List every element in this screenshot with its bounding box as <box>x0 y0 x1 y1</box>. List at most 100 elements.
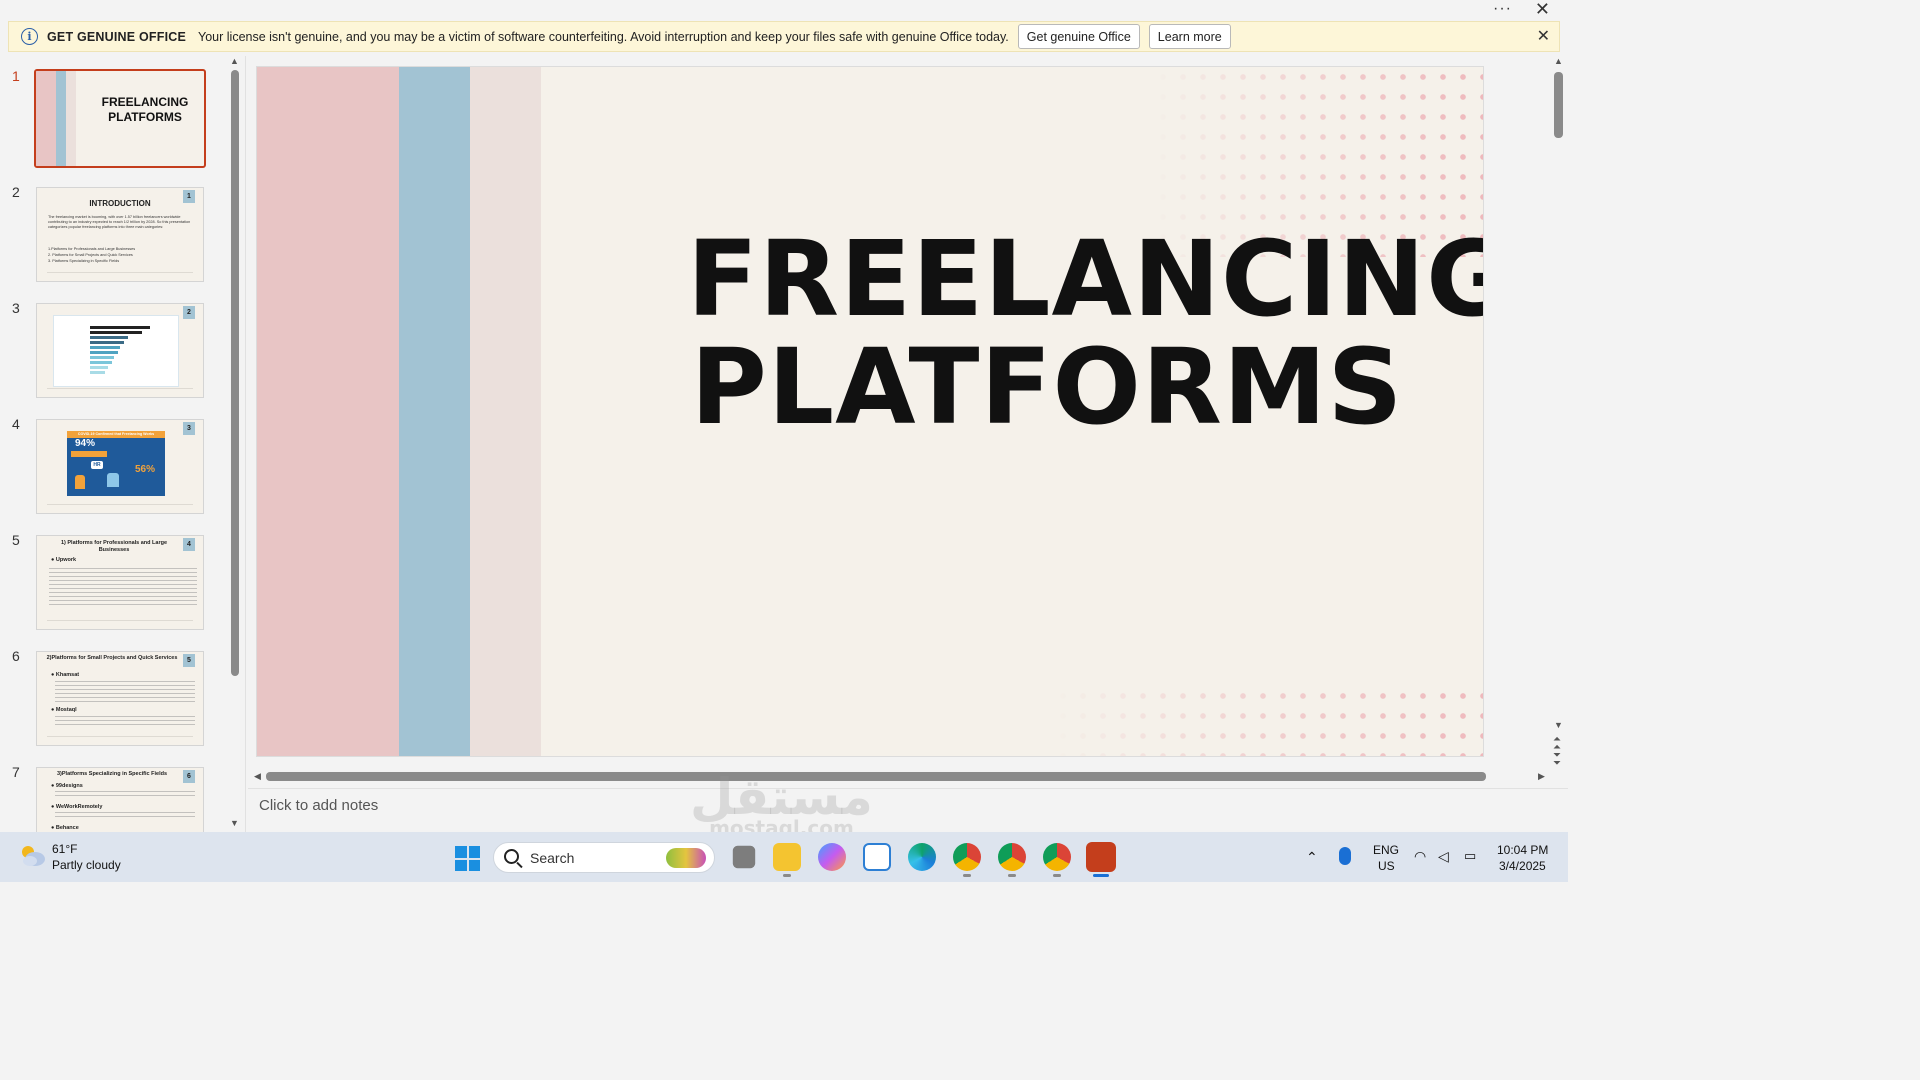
wifi-icon[interactable]: ◠ <box>1414 848 1426 865</box>
file-explorer-icon[interactable] <box>773 843 801 871</box>
show-hidden-icons-icon[interactable]: ⌃ <box>1306 849 1318 866</box>
notes-pane[interactable]: Click to add notes <box>248 788 1568 832</box>
thumb-text-lines <box>55 716 195 728</box>
scroll-right-icon[interactable]: ▶ <box>1538 771 1545 782</box>
thumb-stat: 94% <box>75 438 96 449</box>
file-manager-icon[interactable] <box>732 845 756 869</box>
slide-number-7: 7 <box>12 764 20 780</box>
slide-number-5: 5 <box>12 532 20 548</box>
thumb-hr-label: HR <box>91 461 103 469</box>
app-running-indicator <box>1053 874 1061 877</box>
thumbnail-scrollbar[interactable] <box>231 70 239 676</box>
thumb-list-item: 1.Platforms for Professionals and Large … <box>48 247 136 251</box>
editor-vertical-scrollbar[interactable] <box>1554 72 1563 138</box>
slide-badge: 3 <box>183 422 195 435</box>
learn-more-button[interactable]: Learn more <box>1148 24 1231 49</box>
slide-thumbnail-1[interactable]: FREELANCING PLATFORMS <box>34 69 206 168</box>
thumb-infographic: COVID-19 Confirmed that Freelancing Work… <box>67 431 165 496</box>
thumb-text-lines <box>55 812 195 820</box>
weather-temperature[interactable]: 61°F <box>52 842 77 856</box>
start-menu-icon[interactable] <box>455 846 480 871</box>
slide-number-2: 2 <box>12 184 20 200</box>
search-label: Search <box>530 850 575 866</box>
thumb-bullet: ● Behance <box>51 825 79 831</box>
slide-number-1: 1 <box>12 68 20 84</box>
slide-stripe-pink <box>257 67 399 756</box>
thumb-bullet: ● Upwork <box>51 557 77 563</box>
thumb-bullet: ● Mostaql <box>51 707 77 713</box>
thumb-stripe-beige <box>66 71 76 166</box>
slide-thumbnail-2[interactable]: 1 INTRODUCTION The freelancing market is… <box>36 187 204 282</box>
thumb-stat: 56% <box>135 464 156 475</box>
notes-placeholder[interactable]: Click to add notes <box>259 797 378 814</box>
scroll-left-icon[interactable]: ◀ <box>254 771 261 782</box>
taskbar-search[interactable]: Search <box>493 842 715 873</box>
editor-horizontal-scrollbar[interactable] <box>266 772 1486 781</box>
slide-badge: 4 <box>183 538 195 551</box>
app-running-indicator <box>783 874 791 877</box>
battery-icon[interactable]: ▭ <box>1464 848 1476 864</box>
close-window-icon[interactable]: ✕ <box>1535 0 1550 19</box>
slide-number-4: 4 <box>12 416 20 432</box>
next-slide-icon[interactable]: ⏷ ⏷ <box>1553 751 1561 769</box>
slide-number-3: 3 <box>12 300 20 316</box>
powerpoint-icon[interactable] <box>1086 842 1116 872</box>
search-icon <box>504 849 519 864</box>
scroll-up-icon[interactable]: ▲ <box>230 56 239 66</box>
slide-stripe-beige <box>470 67 541 756</box>
clock-time[interactable]: 10:04 PM <box>1497 843 1548 857</box>
thumb-divider <box>47 736 193 737</box>
slide-thumbnail-7[interactable]: 6 3)Platforms Specializing in Specific F… <box>36 767 204 832</box>
slide-thumbnail-5[interactable]: 4 1) Platforms for Professionals and Lar… <box>36 535 204 630</box>
thumb-chart-image <box>53 315 179 387</box>
chrome-icon[interactable] <box>953 843 981 871</box>
chrome-profile-n-icon[interactable] <box>1043 843 1071 871</box>
volume-icon[interactable]: ◁ <box>1438 848 1449 865</box>
scroll-down-icon[interactable]: ▼ <box>230 818 239 828</box>
thumb-stripe-pink <box>36 71 56 166</box>
thumb-stripe-blue <box>56 71 66 166</box>
slide-title-line-2: PLATFORMS <box>690 326 1404 448</box>
slide-thumbnail-3[interactable]: 2 <box>36 303 204 398</box>
store-icon[interactable] <box>863 843 891 871</box>
slide-thumbnail-pane[interactable]: ▲ ▼ 1 FREELANCING PLATFORMS 2 1 INTRODUC… <box>0 56 246 832</box>
edge-icon[interactable] <box>908 843 936 871</box>
slide-badge: 2 <box>183 306 195 319</box>
thumb-text-lines <box>49 568 197 608</box>
slide-dot-pattern-bottom <box>1053 686 1483 756</box>
editor-scroll-down-icon[interactable]: ▼ <box>1554 720 1563 730</box>
slide-thumbnail-6[interactable]: 5 2)Platforms for Small Projects and Qui… <box>36 651 204 746</box>
title-bar: ··· ✕ <box>0 0 1568 20</box>
thumb-bullet: ● 99designs <box>51 783 83 789</box>
get-genuine-office-button[interactable]: Get genuine Office <box>1017 24 1140 49</box>
close-banner-icon[interactable]: ✕ <box>1537 26 1550 46</box>
thumb-title: INTRODUCTION <box>89 199 151 208</box>
thumb-divider <box>47 272 193 273</box>
slide-canvas[interactable]: FREELANCING PLATFORMS <box>256 66 1484 757</box>
slide-thumbnail-4[interactable]: 3 COVID-19 Confirmed that Freelancing Wo… <box>36 419 204 514</box>
slide-number-6: 6 <box>12 648 20 664</box>
license-banner: i GET GENUINE OFFICE Your license isn't … <box>8 21 1560 52</box>
copilot-icon[interactable] <box>818 843 846 871</box>
language-indicator[interactable]: ENG <box>1373 843 1399 857</box>
thumb-title: 2)Platforms for Small Projects and Quick… <box>46 655 178 661</box>
slide-title[interactable]: FREELANCING PLATFORMS <box>687 225 1483 448</box>
watermark-logo: مستقل mostaql.com <box>690 768 873 840</box>
thumb-bullet: ● Khamsat <box>51 672 80 678</box>
partly-cloudy-icon[interactable] <box>18 842 46 868</box>
search-highlight-icon <box>666 848 706 868</box>
app-running-indicator <box>1008 874 1016 877</box>
thumb-divider <box>47 504 193 505</box>
info-icon: i <box>21 28 38 45</box>
more-options-icon[interactable]: ··· <box>1493 0 1512 18</box>
bluetooth-icon[interactable] <box>1339 847 1351 865</box>
thumb-infographic-title: COVID-19 Confirmed that Freelancing Work… <box>67 431 165 438</box>
thumb-title: FREELANCING PLATFORMS <box>101 95 189 124</box>
weather-description[interactable]: Partly cloudy <box>52 858 121 872</box>
clock-date[interactable]: 3/4/2025 <box>1499 859 1546 873</box>
region-indicator[interactable]: US <box>1378 859 1395 873</box>
thumb-title: 3)Platforms Specializing in Specific Fie… <box>56 771 168 777</box>
editor-scroll-up-icon[interactable]: ▲ <box>1554 56 1563 66</box>
chrome-profile-icon[interactable] <box>998 843 1026 871</box>
thumb-text-lines <box>55 791 195 799</box>
